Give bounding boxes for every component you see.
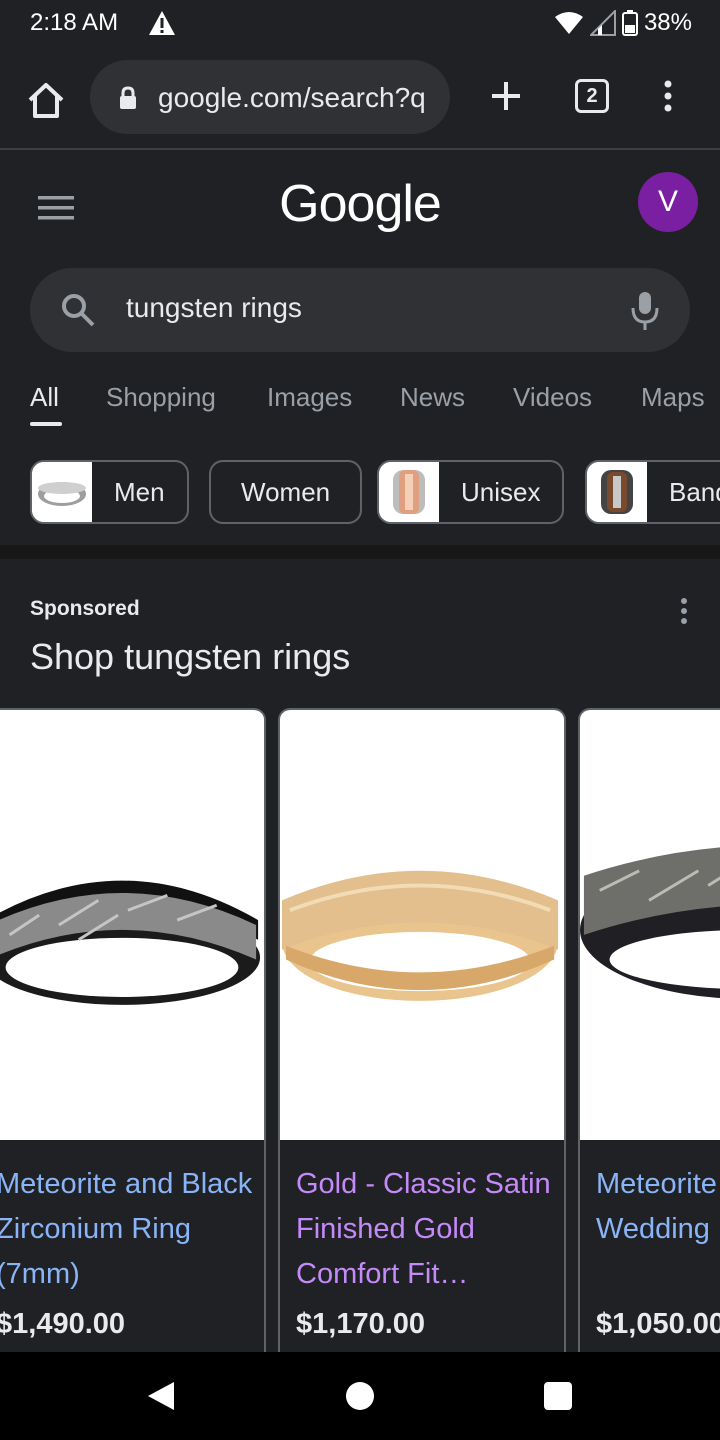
product-title[interactable]: Meteorite Zirconium Wedding: [596, 1162, 720, 1252]
battery-percent: 38%: [643, 9, 692, 36]
product-title[interactable]: Meteorite and Black Zirconium Ring (7mm): [0, 1162, 254, 1297]
tab-switcher-button[interactable]: 2: [575, 79, 609, 113]
refinement-chips: Men Women Unisex Band: [0, 460, 720, 526]
chip-thumb-wood-inlay-ring: [587, 462, 647, 522]
search-icon: [62, 294, 95, 327]
home-circle-icon[interactable]: [346, 1382, 374, 1410]
sponsored-label: Sponsored: [30, 597, 140, 620]
signal-icon: [589, 10, 616, 36]
google-header: Google V: [0, 152, 720, 262]
product-card[interactable]: Gold - Classic Satin Finished Gold Comfo…: [278, 708, 566, 1352]
chip-label: Women: [241, 476, 331, 507]
status-time: 2:18 AM: [30, 9, 119, 36]
system-nav-bar: [0, 1352, 720, 1440]
product-price: $1,170.00: [296, 1308, 426, 1340]
more-vert-icon[interactable]: [676, 596, 692, 626]
search-input[interactable]: tungsten rings: [126, 292, 302, 324]
product-card[interactable]: Meteorite Zirconium Wedding $1,050.00: [578, 708, 720, 1352]
tab-news[interactable]: News: [400, 382, 465, 413]
status-icons: 38%: [554, 9, 692, 37]
chip-thumb-silver-ring: [32, 462, 92, 522]
browser-toolbar: google.com/search?q 2: [0, 48, 720, 150]
wifi-icon: [554, 12, 583, 34]
recents-square-icon[interactable]: [544, 1382, 572, 1410]
tab-maps[interactable]: Maps: [641, 382, 705, 413]
chip-label: Band: [669, 476, 720, 507]
chip-label: Unisex: [461, 476, 541, 507]
product-card[interactable]: Meteorite and Black Zirconium Ring (7mm)…: [0, 708, 266, 1352]
warning-icon: [149, 11, 175, 35]
chip-band[interactable]: Band: [585, 460, 720, 524]
product-carousel: Meteorite and Black Zirconium Ring (7mm)…: [0, 708, 720, 1352]
tab-all[interactable]: All: [30, 382, 59, 413]
chip-unisex[interactable]: Unisex: [377, 460, 565, 524]
product-title[interactable]: Gold - Classic Satin Finished Gold Comfo…: [296, 1162, 554, 1297]
active-tab-indicator: [30, 422, 62, 426]
google-logo[interactable]: Google: [0, 174, 720, 234]
status-bar: 2:18 AM 38%: [0, 0, 720, 48]
lock-icon: [120, 86, 136, 109]
product-price: $1,050.00: [596, 1308, 720, 1340]
url-bar[interactable]: google.com/search?q: [90, 60, 450, 134]
section-divider: [0, 545, 720, 559]
battery-icon: [621, 10, 638, 36]
back-icon[interactable]: [146, 1380, 176, 1412]
chip-thumb-rosegold-ring: [379, 462, 439, 522]
chip-label: Men: [114, 476, 165, 507]
chip-men[interactable]: Men: [30, 460, 189, 524]
search-box[interactable]: tungsten rings: [30, 268, 690, 352]
url-text[interactable]: google.com/search?q: [158, 82, 438, 114]
more-vert-icon[interactable]: [654, 76, 682, 116]
tab-images[interactable]: Images: [267, 382, 352, 413]
mic-icon[interactable]: [630, 290, 660, 332]
product-price: $1,490.00: [0, 1308, 126, 1340]
plus-icon[interactable]: [486, 76, 526, 116]
home-icon[interactable]: [24, 78, 68, 122]
avatar[interactable]: V: [638, 172, 698, 232]
tab-shopping[interactable]: Shopping: [106, 382, 216, 413]
search-tabs: All Shopping Images News Videos Maps: [0, 370, 720, 430]
tab-videos[interactable]: Videos: [513, 382, 592, 413]
product-image-zirconium-ring: [580, 710, 720, 1140]
chip-women[interactable]: Women: [209, 460, 363, 524]
product-image-meteorite-ring: [0, 710, 264, 1140]
product-image-gold-ring: [280, 710, 564, 1140]
shop-section-title: Shop tungsten rings: [30, 636, 351, 677]
